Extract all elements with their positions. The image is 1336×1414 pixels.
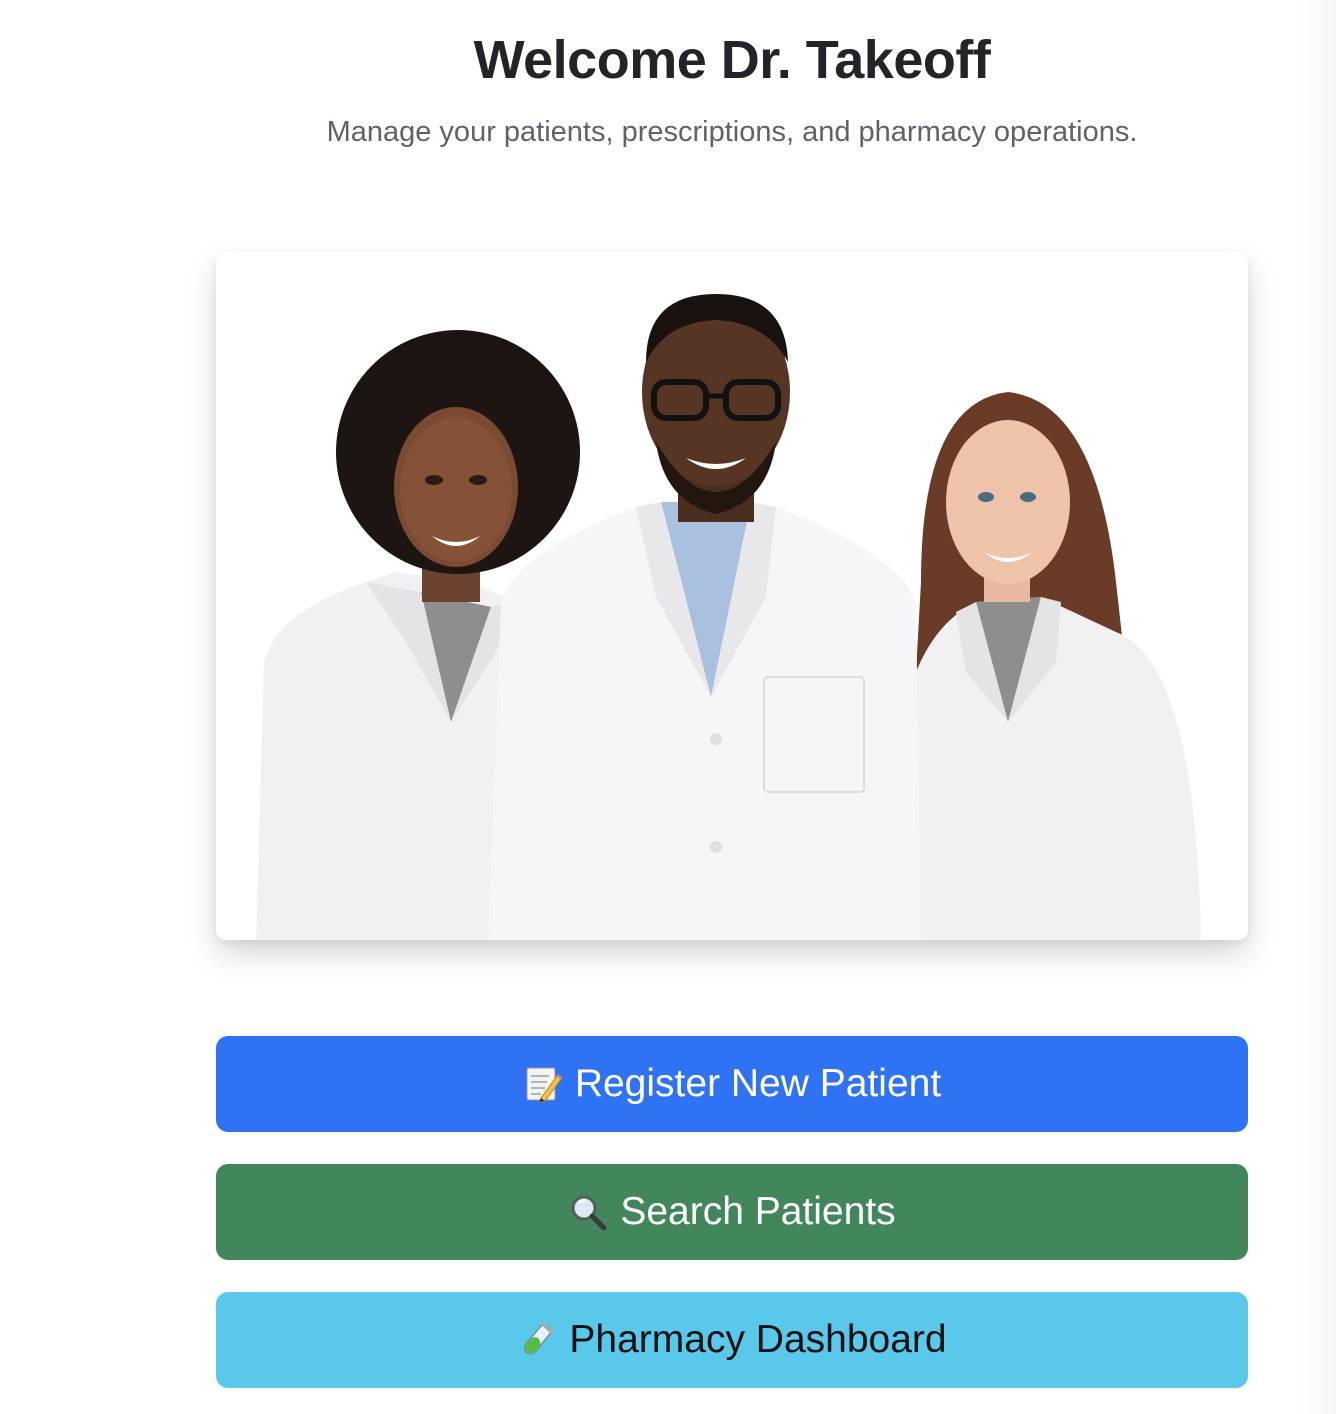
team-photo xyxy=(216,252,1248,940)
page-title: Welcome Dr. Takeoff xyxy=(473,30,991,90)
search-patients-label: Search Patients xyxy=(620,1190,896,1233)
magnifier-icon xyxy=(568,1192,608,1232)
pharmacy-dashboard-button[interactable]: Pharmacy Dashboard xyxy=(216,1292,1248,1388)
dashboard-page: Welcome Dr. Takeoff Manage your patients… xyxy=(0,0,1336,1414)
register-new-patient-label: Register New Patient xyxy=(574,1062,942,1105)
page-subtitle: Manage your patients, prescriptions, and… xyxy=(326,116,1138,148)
search-patients-button[interactable]: Search Patients xyxy=(216,1164,1248,1260)
pharmacy-dashboard-label: Pharmacy Dashboard xyxy=(569,1318,947,1361)
scroll-shadow xyxy=(1296,0,1336,1414)
register-new-patient-button[interactable]: Register New Patient xyxy=(216,1036,1248,1132)
test-tube-icon xyxy=(517,1320,557,1360)
memo-icon xyxy=(523,1064,563,1104)
welcome-header: Welcome Dr. Takeoff Manage your patients… xyxy=(216,26,1248,152)
